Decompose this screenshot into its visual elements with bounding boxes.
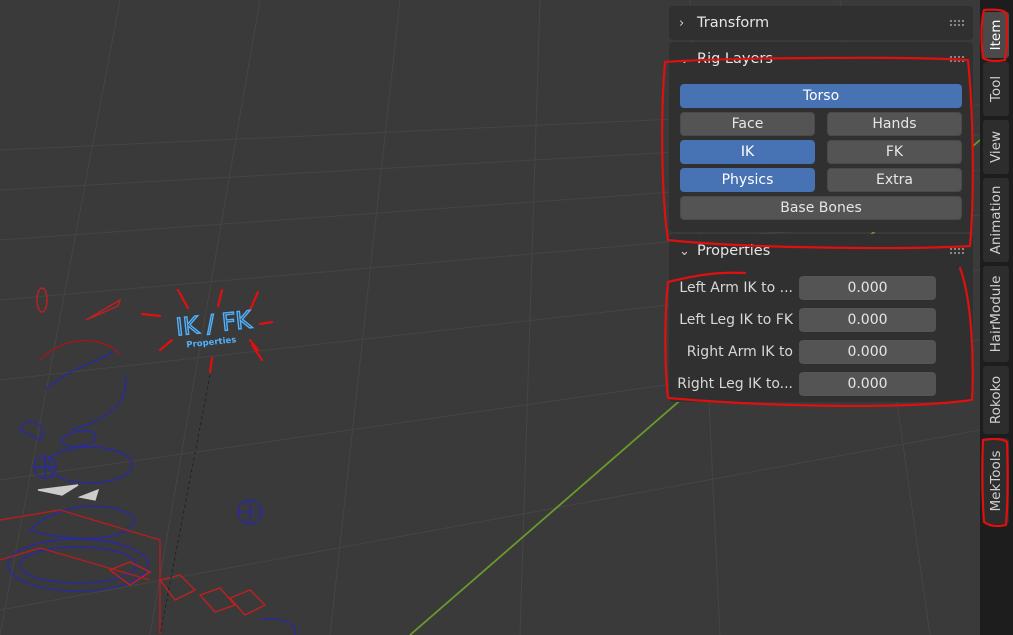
tab-hairmodule[interactable]: HairModule: [983, 266, 1009, 362]
transform-title: Transform: [697, 15, 770, 31]
tab-mektools-label: MekTools: [988, 450, 1004, 512]
chevron-down-icon: ⌄: [679, 51, 690, 67]
rig-layer-fk-button[interactable]: FK: [827, 140, 962, 164]
left-leg-ik-field[interactable]: 0.000: [799, 308, 936, 332]
sidebar-panel: › Transform ⌄ Rig Layers Torso Face Hand…: [669, 6, 973, 635]
chevron-right-icon: ›: [679, 15, 685, 31]
chevron-down-icon: ⌄: [679, 243, 690, 259]
rig-layer-base-bones-button[interactable]: Base Bones: [680, 196, 962, 220]
rig-layers-title: Rig Layers: [697, 51, 773, 67]
tab-rokoko-label: Rokoko: [988, 375, 1004, 425]
grip-icon[interactable]: [949, 247, 965, 255]
tab-rokoko[interactable]: Rokoko: [983, 366, 1009, 434]
rig-layer-face-button[interactable]: Face: [680, 112, 815, 136]
right-leg-ik-field[interactable]: 0.000: [799, 372, 936, 396]
right-leg-ik-label: Right Leg IK to...: [677, 376, 793, 392]
tab-animation-label: Animation: [988, 185, 1004, 255]
tab-tool-label: Tool: [988, 75, 1004, 103]
rig-layer-extra-button[interactable]: Extra: [827, 168, 962, 192]
grip-icon[interactable]: [949, 55, 965, 63]
tab-item-label: Item: [988, 19, 1004, 51]
left-arm-ik-field[interactable]: 0.000: [799, 276, 936, 300]
rig-layer-torso-button[interactable]: Torso: [680, 84, 962, 108]
right-arm-ik-field[interactable]: 0.000: [799, 340, 936, 364]
tab-tool[interactable]: Tool: [983, 62, 1009, 116]
tab-view[interactable]: View: [983, 120, 1009, 174]
rig-layer-ik-button[interactable]: IK: [680, 140, 815, 164]
grip-icon[interactable]: [949, 19, 965, 27]
properties-panel: ⌄ Properties Left Arm IK to ... 0.000 Le…: [669, 234, 973, 402]
properties-title: Properties: [697, 243, 771, 259]
tab-hairmodule-label: HairModule: [988, 275, 1004, 353]
left-arm-ik-label: Left Arm IK to ...: [679, 280, 793, 296]
rig-layers-header[interactable]: ⌄ Rig Layers: [669, 42, 973, 76]
properties-header[interactable]: ⌄ Properties: [669, 234, 973, 268]
transform-header[interactable]: › Transform: [669, 6, 973, 40]
rig-layers-panel: ⌄ Rig Layers Torso Face Hands IK FK Phys…: [669, 42, 973, 232]
left-leg-ik-label: Left Leg IK to FK: [679, 312, 793, 328]
tab-animation[interactable]: Animation: [983, 178, 1009, 262]
sidebar-tabs: Item Tool View Animation HairModule Roko…: [980, 0, 1013, 635]
right-arm-ik-label: Right Arm IK to: [686, 344, 793, 360]
transform-panel: › Transform: [669, 6, 973, 40]
rig-layer-hands-button[interactable]: Hands: [827, 112, 962, 136]
tab-mektools[interactable]: MekTools: [983, 438, 1009, 524]
rig-layer-physics-button[interactable]: Physics: [680, 168, 815, 192]
tab-view-label: View: [988, 130, 1004, 164]
tab-item[interactable]: Item: [983, 12, 1009, 58]
